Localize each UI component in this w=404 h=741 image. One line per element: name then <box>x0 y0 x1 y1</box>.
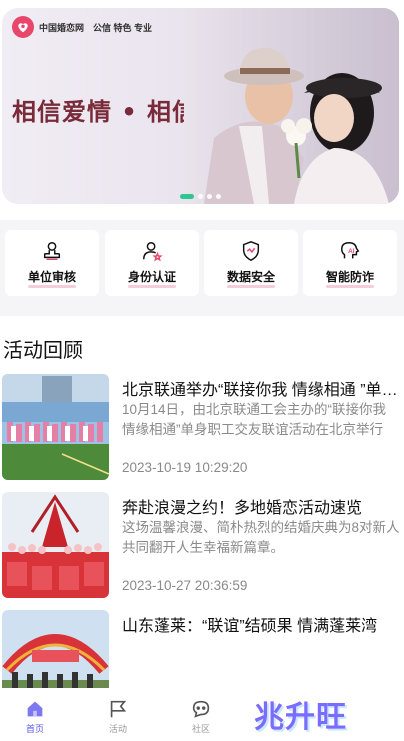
feature-label: 单位审核 <box>27 270 77 288</box>
watermark-logo: 兆升旺 <box>254 700 347 735</box>
carousel-dot[interactable] <box>180 194 194 199</box>
tab-label: 首页 <box>25 724 44 734</box>
carousel-dot[interactable] <box>216 194 221 199</box>
carousel-dot[interactable] <box>198 194 203 199</box>
activity-title: 奔赴浪漫之约！多地婚恋活动速览 <box>122 500 363 517</box>
flag-icon <box>110 700 127 718</box>
brand-name: 中国婚恋网 <box>39 22 85 33</box>
section-title: 活动回顾 <box>3 340 83 362</box>
svg-text:AI: AI <box>348 248 355 255</box>
tab-label: 社区 <box>191 724 210 734</box>
activity-desc: 10月14日，由北京联通工会主办的“联接你我 情缘相通”单身职工交友联谊活动在北… <box>122 402 387 437</box>
feature-identity-verify[interactable]: 身份认证 <box>105 230 199 296</box>
carousel-indicator <box>180 194 221 199</box>
shield-icon <box>242 241 260 261</box>
feature-data-security[interactable]: 数据安全 <box>204 230 298 296</box>
feature-label: 身份认证 <box>127 270 177 288</box>
chat-icon <box>192 700 210 718</box>
feature-label: 数据安全 <box>226 270 276 288</box>
feature-anti-fraud[interactable]: AI 智能防诈 <box>303 230 397 296</box>
user-stamp-icon <box>43 242 61 260</box>
carousel-dot[interactable] <box>207 194 212 199</box>
activity-title: 北京联通举办“联接你我 情缘相通 ”单身职工交友联谊活动 <box>122 382 400 399</box>
activity-title: 山东蓬莱：“联谊”结硕果 情满蓬莱湾 <box>122 618 378 635</box>
activity-item[interactable]: 奔赴浪漫之约！多地婚恋活动速览 这场温馨浪漫、简朴热烈的结婚庆典为8对新人共同翻… <box>2 490 402 600</box>
user-verify-icon <box>143 242 163 262</box>
heart-logo-icon <box>12 16 34 38</box>
couple-photo <box>184 8 399 204</box>
feature-grid: 单位审核 身份认证 数据安全 AI 智能防诈 <box>0 220 404 316</box>
ai-head-icon: AI <box>341 242 360 259</box>
activity-date: 2023-10-19 10:29:20 <box>122 460 248 475</box>
banner-carousel[interactable]: 中国婚恋网 公信 特色 专业 相信爱情 • 相信我们 <box>2 8 399 204</box>
feature-unit-review[interactable]: 单位审核 <box>5 230 99 296</box>
activity-thumbnail <box>2 492 109 598</box>
tab-community[interactable]: 社区 <box>176 698 226 735</box>
brand-logo: 中国婚恋网 公信 特色 专业 <box>12 16 152 38</box>
tab-home[interactable]: 首页 <box>10 698 60 735</box>
activity-thumbnail <box>2 374 109 480</box>
brand-tagline: 公信 特色 专业 <box>93 22 153 33</box>
tab-activity[interactable]: 活动 <box>93 698 143 735</box>
activity-item[interactable]: 北京联通举办“联接你我 情缘相通 ”单身职工交友联谊活动 10月14日，由北京联… <box>2 372 402 482</box>
tab-label: 活动 <box>108 724 127 734</box>
activity-desc: 这场温馨浪漫、简朴热烈的结婚庆典为8对新人共同翻开人生幸福新篇章。 <box>122 520 400 555</box>
home-icon <box>27 701 43 717</box>
activity-date: 2023-10-27 20:36:59 <box>122 578 248 593</box>
feature-label: 智能防诈 <box>325 270 375 288</box>
